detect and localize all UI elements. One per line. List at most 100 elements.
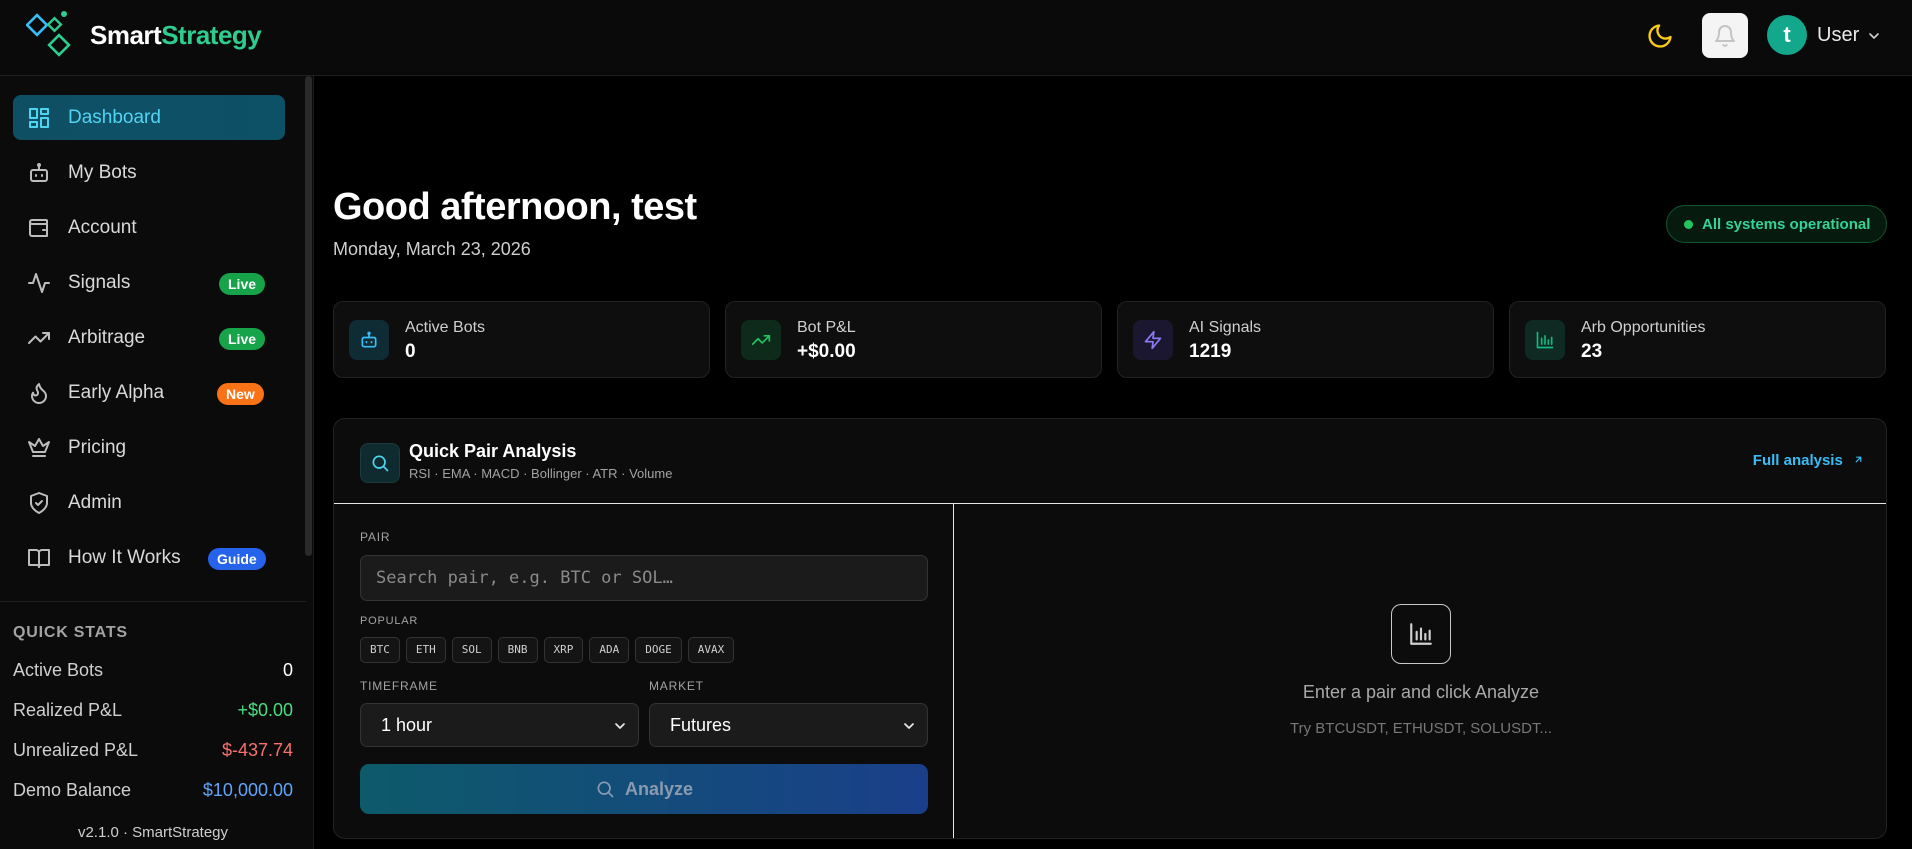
quick-stat-value: 0 (282, 660, 293, 680)
sidebar-item-label: Account (68, 217, 137, 238)
sidebar-item-label: Pricing (68, 437, 127, 458)
analyze-label: Analyze (624, 778, 694, 799)
sidebar-item-account[interactable]: Account (13, 205, 285, 250)
sidebar-item-label: How It Works (68, 547, 181, 568)
market-value: Futures (670, 715, 732, 735)
pair-chip-ada[interactable]: ADA (589, 637, 630, 663)
crown-icon (28, 438, 50, 457)
pair-chip-avax[interactable]: AVAX (687, 637, 735, 663)
arrow-up-right-icon (1855, 456, 1862, 463)
status-text: All systems operational (1702, 216, 1871, 233)
sidebar-scrollbar[interactable] (305, 76, 312, 556)
stat-value: +$0.00 (797, 341, 856, 362)
stat-card-bot-pnl[interactable]: Bot P&L +$0.00 (725, 301, 1102, 378)
timeframe-select[interactable]: 1 hour (360, 703, 639, 747)
quick-stat-unrealized-pnl: Unrealized P&L $-437.74 (13, 740, 293, 764)
panel-subtitle: RSI · EMA · MACD · Bollinger · ATR · Vol… (409, 466, 673, 481)
sidebar-item-signals[interactable]: Signals Live (13, 260, 285, 305)
empty-state-hint: Try BTCUSDT, ETHUSDT, SOLUSDT... (1290, 720, 1552, 737)
quick-pair-analysis-panel: Quick Pair Analysis RSI · EMA · MACD · B… (333, 418, 1887, 839)
sidebar-item-label: Signals (68, 272, 131, 293)
logo-icon[interactable] (26, 9, 82, 59)
quick-stat-demo-balance: Demo Balance $10,000.00 (13, 780, 293, 804)
pair-chip-sol[interactable]: SOL (451, 637, 492, 663)
pair-chip-doge[interactable]: DOGE (635, 637, 682, 663)
sidebar-item-early-alpha[interactable]: Early Alpha New (13, 370, 285, 415)
chevron-down-icon (615, 723, 625, 729)
stat-card-ai-signals[interactable]: AI Signals 1219 (1117, 301, 1494, 378)
sidebar-item-admin[interactable]: Admin (13, 480, 285, 525)
panel-title: Quick Pair Analysis (409, 441, 577, 461)
sidebar-item-label: Arbitrage (68, 327, 146, 348)
timeframe-label: TIMEFRAME (360, 679, 438, 693)
analyze-button[interactable]: Analyze (360, 764, 928, 814)
popular-pairs: BTC ETH SOL BNB XRP ADA DOGE AVAX (360, 637, 735, 663)
pair-search-input[interactable] (360, 555, 928, 601)
trending-up-icon (741, 320, 781, 360)
timeframe-value: 1 hour (381, 715, 433, 735)
zap-icon (1133, 320, 1173, 360)
pair-chip-eth[interactable]: ETH (405, 637, 446, 663)
quick-stat-label: Unrealized P&L (13, 740, 139, 760)
notifications-button[interactable] (1702, 13, 1748, 58)
market-select[interactable]: Futures (649, 703, 928, 747)
sidebar: Dashboard My Bots Account Signals Live A… (0, 76, 314, 849)
sidebar-item-my-bots[interactable]: My Bots (13, 150, 285, 195)
sidebar-item-label: Early Alpha (68, 382, 165, 403)
sidebar-item-arbitrage[interactable]: Arbitrage Live (13, 315, 285, 360)
divider (953, 504, 954, 838)
moon-icon[interactable] (1646, 22, 1674, 50)
bar-chart-icon (1391, 604, 1451, 664)
shield-check-icon (30, 492, 48, 514)
sidebar-item-how-it-works[interactable]: How It Works Guide (13, 535, 285, 580)
brand-name[interactable]: SmartStrategy (90, 20, 262, 51)
bell-icon (1715, 24, 1735, 47)
quick-stat-active-bots: Active Bots 0 (13, 660, 293, 684)
user-menu-label[interactable]: User (1817, 24, 1859, 47)
page-title: Good afternoon, test (333, 186, 697, 228)
divider (0, 601, 306, 602)
activity-icon (28, 273, 50, 293)
sidebar-item-dashboard[interactable]: Dashboard (13, 95, 285, 140)
version-label: v2.1.0 · SmartStrategy (77, 824, 229, 841)
sidebar-item-label: Dashboard (68, 107, 161, 128)
quick-stat-label: Realized P&L (13, 700, 123, 720)
market-label: MARKET (649, 679, 704, 693)
dashboard-icon (29, 108, 49, 128)
trending-up-icon (28, 332, 50, 344)
search-icon (360, 443, 400, 483)
status-dot (1684, 220, 1693, 229)
panel-header: Quick Pair Analysis RSI · EMA · MACD · B… (334, 419, 1886, 504)
chevron-down-icon (904, 723, 914, 729)
quick-stat-value: $-437.74 (221, 740, 293, 760)
stat-card-arb-opportunities[interactable]: Arb Opportunities 23 (1509, 301, 1886, 378)
book-icon (28, 549, 50, 568)
avatar[interactable]: t (1767, 15, 1807, 55)
empty-state-text: Enter a pair and click Analyze (1302, 682, 1540, 702)
pair-chip-btc[interactable]: BTC (360, 637, 400, 663)
pair-chip-bnb[interactable]: BNB (497, 637, 538, 663)
bot-icon (30, 163, 48, 182)
live-badge: Live (219, 328, 266, 350)
guide-badge: Guide (208, 548, 266, 570)
stat-value: 1219 (1189, 341, 1232, 362)
quick-stat-label: Demo Balance (13, 780, 132, 800)
stat-card-active-bots[interactable]: Active Bots 0 (333, 301, 710, 378)
bar-chart-icon (1525, 320, 1565, 360)
quick-stat-realized-pnl: Realized P&L +$0.00 (13, 700, 293, 724)
pair-label: PAIR (360, 530, 391, 544)
full-analysis-link[interactable]: Full analysis (1753, 452, 1864, 469)
pair-chip-xrp[interactable]: XRP (543, 637, 584, 663)
brand-part-2: Strategy (161, 20, 262, 50)
page-date: Monday, March 23, 2026 (333, 239, 531, 259)
chevron-down-icon[interactable] (1866, 28, 1882, 44)
stat-value: 23 (1581, 341, 1603, 362)
live-badge: Live (219, 273, 266, 295)
sidebar-item-label: Admin (68, 492, 122, 513)
stat-label: Bot P&L (797, 319, 856, 336)
full-analysis-label: Full analysis (1752, 452, 1843, 469)
sidebar-item-pricing[interactable]: Pricing (13, 425, 285, 470)
top-bar: SmartStrategy t User (0, 0, 1912, 76)
stat-label: AI Signals (1189, 319, 1262, 336)
stat-label: Arb Opportunities (1581, 319, 1706, 336)
